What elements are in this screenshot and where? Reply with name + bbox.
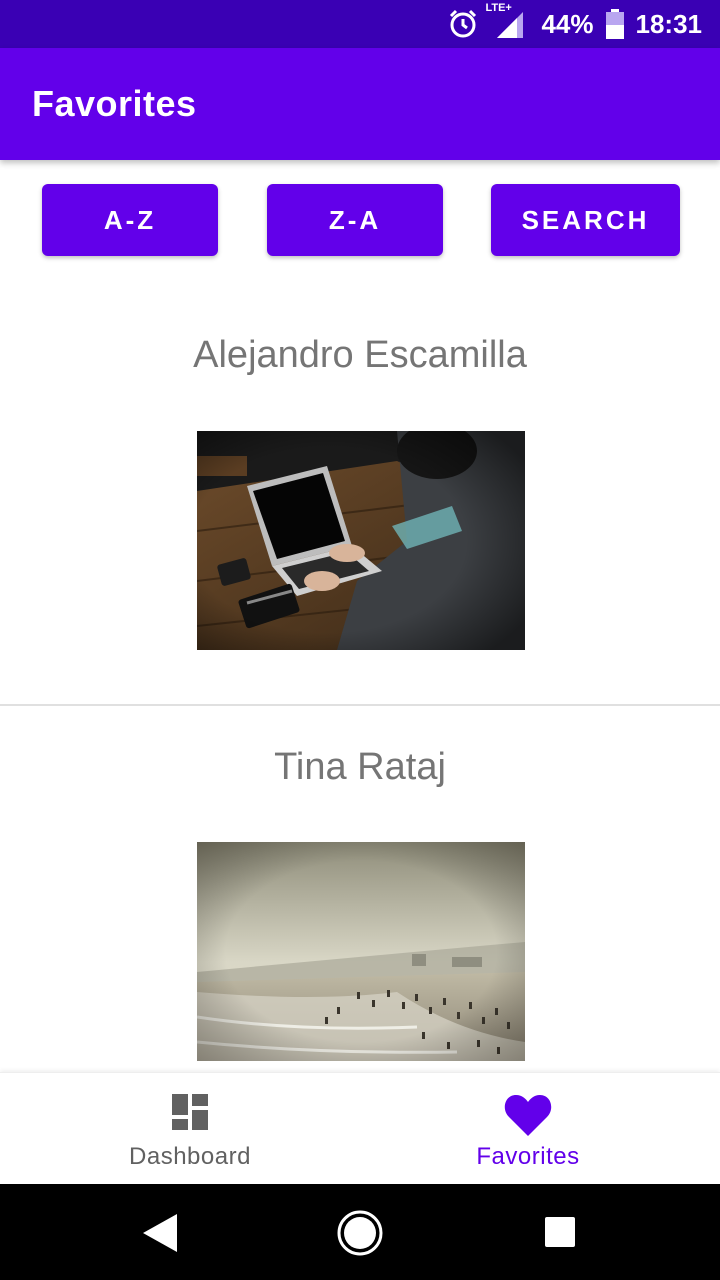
heart-icon: [503, 1093, 553, 1142]
dashboard-icon: [171, 1093, 209, 1136]
laptop-desk-photo[interactable]: [197, 431, 525, 650]
beach-photo[interactable]: [197, 842, 525, 1061]
page-title: Favorites: [32, 83, 197, 124]
recents-icon[interactable]: [545, 1217, 575, 1252]
nav-item-favorites[interactable]: Favorites: [348, 1073, 708, 1185]
list-item[interactable]: Alejandro Escamilla: [0, 256, 720, 706]
nav-label-dashboard: Dashboard: [129, 1143, 251, 1170]
list-item[interactable]: Tina Rataj: [0, 706, 720, 1072]
sort-az-button[interactable]: A-Z: [42, 184, 218, 256]
favorites-list[interactable]: Alejandro Escamilla Tina Rataj: [0, 256, 720, 1072]
nav-label-favorites: Favorites: [476, 1143, 580, 1170]
network-type-label: LTE+: [485, 2, 512, 14]
back-icon[interactable]: [143, 1214, 177, 1257]
battery-percent: 44%: [541, 8, 594, 39]
nav-item-dashboard[interactable]: Dashboard: [10, 1073, 370, 1185]
sort-button-row: A-Z Z-A SEARCH: [0, 184, 720, 256]
clock: 18:31: [635, 8, 703, 39]
signal-lte-icon: LTE+: [485, 2, 525, 40]
bottom-navigation: Dashboard Favorites: [0, 1072, 720, 1184]
search-button[interactable]: SEARCH: [491, 184, 680, 256]
status-bar: LTE+ 44% 18:31: [0, 0, 720, 48]
app-bar: Favorites: [0, 48, 720, 160]
sort-za-button[interactable]: Z-A: [267, 184, 443, 256]
home-icon[interactable]: [337, 1210, 383, 1261]
author-name: Tina Rataj: [274, 746, 446, 788]
alarm-icon: [447, 8, 479, 40]
system-navigation-bar: [0, 1184, 720, 1280]
battery-icon: [605, 9, 624, 39]
author-name: Alejandro Escamilla: [193, 334, 527, 376]
